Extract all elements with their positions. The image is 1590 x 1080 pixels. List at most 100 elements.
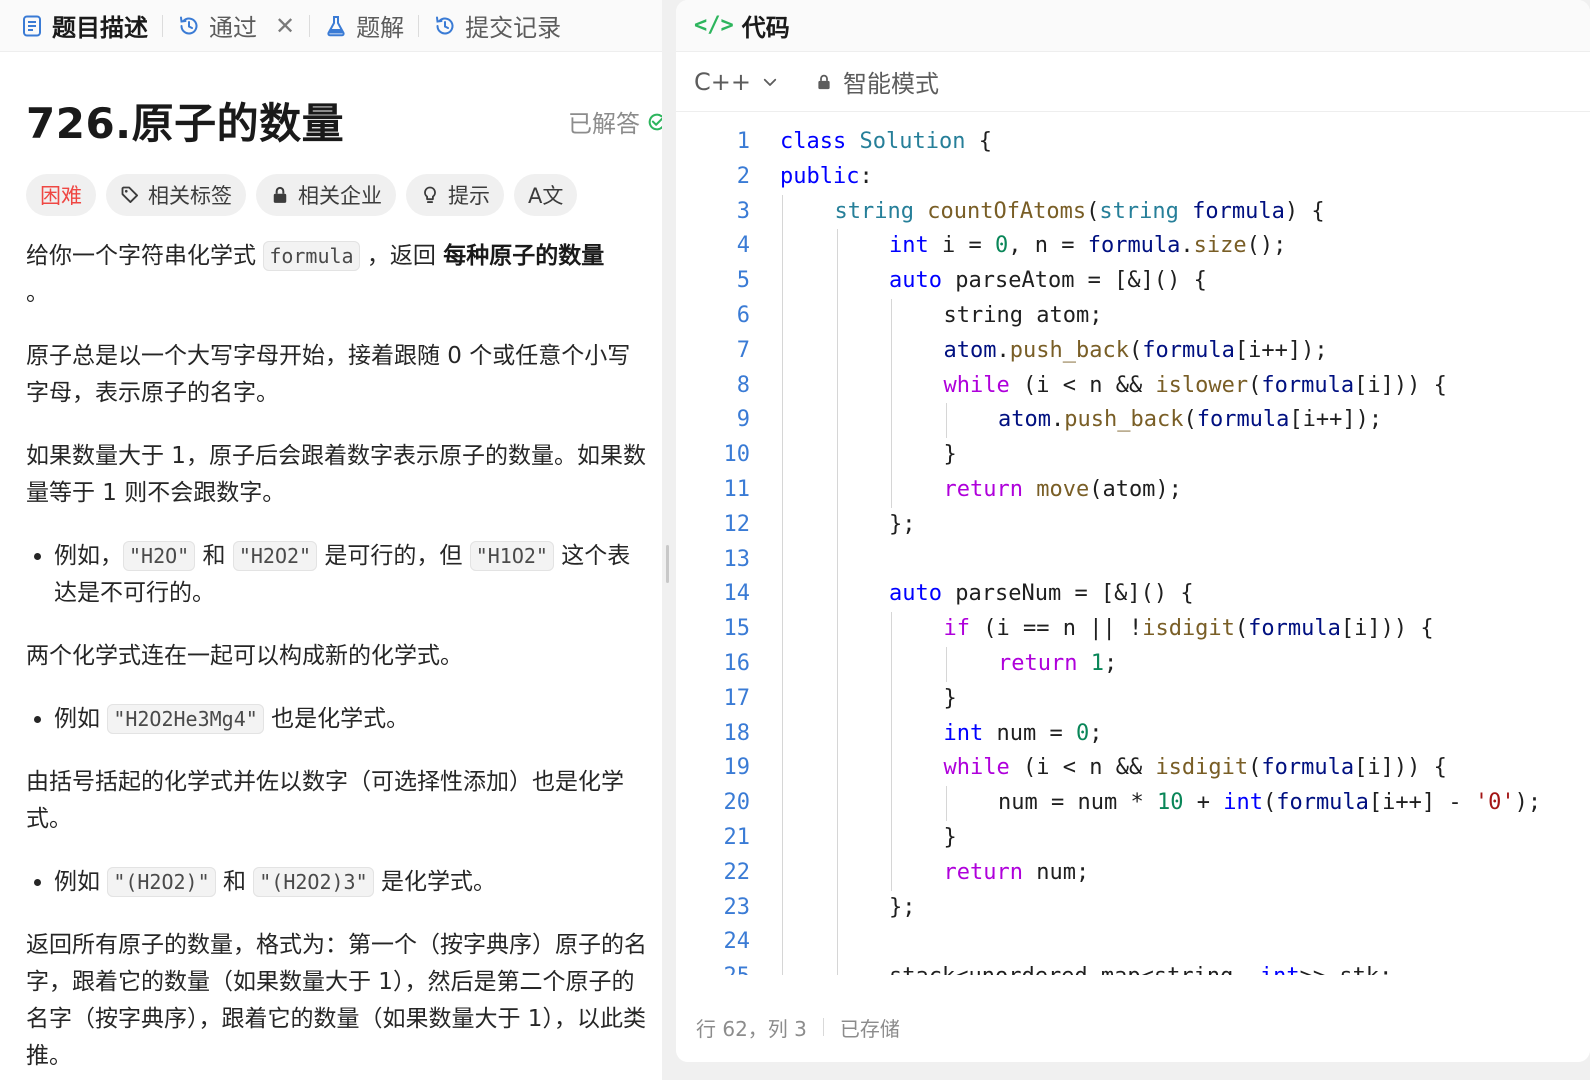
text: 和 bbox=[195, 543, 233, 569]
indent-guide bbox=[782, 438, 783, 473]
code-line[interactable]: 16 return 1; bbox=[676, 646, 1590, 682]
text: 和 bbox=[215, 869, 254, 895]
code-token: , n = bbox=[1008, 233, 1088, 259]
code-text: return 1; bbox=[998, 647, 1117, 682]
code-token: return bbox=[943, 476, 1037, 502]
code-token: (i == n || ! bbox=[983, 616, 1143, 642]
example-list: 例如，"H2O" 和 "H2O2" 是可行的，但 "H1O2" 这个表达是不可行… bbox=[26, 538, 652, 612]
code-token: [i])) { bbox=[1340, 616, 1434, 642]
indent-guide bbox=[782, 925, 783, 961]
code-line[interactable]: 9 atom.push_back(formula[i++]); bbox=[676, 403, 1590, 439]
code-line[interactable]: 3 string countOfAtoms(string formula) { bbox=[676, 194, 1590, 230]
code-token: ( bbox=[1128, 337, 1143, 363]
tab-accepted[interactable]: 通过 ✕ bbox=[177, 0, 295, 52]
code-line[interactable]: 21} bbox=[676, 820, 1590, 856]
text: 是化学式。 bbox=[373, 869, 496, 895]
tab-divider bbox=[418, 14, 420, 37]
code-line[interactable]: 7 atom.push_back(formula[i++]); bbox=[676, 333, 1590, 369]
code-token: formula bbox=[1261, 755, 1355, 781]
history-icon bbox=[436, 16, 454, 34]
code-token: i = bbox=[941, 233, 995, 259]
text: 。 bbox=[26, 280, 49, 306]
code-line[interactable]: 11 return move(atom); bbox=[676, 472, 1590, 508]
code-token: 10 bbox=[1156, 790, 1184, 816]
indent-guide bbox=[836, 960, 838, 975]
line-number: 25 bbox=[676, 960, 751, 975]
code-line[interactable]: 5 auto parseAtom = [&]() { bbox=[676, 264, 1590, 299]
problem-panel: 题目描述 通过 ✕ 题解 提交记录 726.原子的数量 已解答 困难 相关标签 … bbox=[0, 0, 662, 1080]
line-number: 2 bbox=[736, 163, 750, 189]
code-token: public bbox=[780, 163, 860, 189]
close-icon[interactable]: ✕ bbox=[275, 12, 295, 40]
code-line[interactable]: 18 int num = 0; bbox=[676, 716, 1590, 752]
line-number: 1 bbox=[736, 129, 750, 154]
example-list: 例如 "H2O2He3Mg4" 也是化学式。 bbox=[26, 701, 652, 738]
code-token: return bbox=[998, 650, 1091, 676]
code-line[interactable]: 4 int i = 0, n = formula.size(); bbox=[676, 229, 1590, 265]
code-text: }; bbox=[889, 508, 916, 543]
indent-guide bbox=[836, 368, 838, 404]
indent-guide bbox=[836, 925, 838, 961]
code-token: ; bbox=[1089, 720, 1103, 746]
indent-guide bbox=[891, 298, 892, 334]
language-select[interactable]: C++ bbox=[694, 68, 779, 96]
code-line[interactable]: 1 class Solution { bbox=[676, 125, 1590, 160]
code-token: formula bbox=[1192, 198, 1285, 224]
description-icon bbox=[23, 15, 41, 36]
code-line[interactable]: 25 stack<unordered_map<string, int>> stk; bbox=[676, 960, 1590, 975]
code-line[interactable]: 10} bbox=[676, 438, 1590, 473]
language-label: C++ bbox=[694, 67, 751, 96]
indent-guide bbox=[782, 890, 783, 926]
code-line[interactable]: 22 return num; bbox=[676, 855, 1590, 891]
text: 给你一个字符串化学式 bbox=[26, 243, 264, 269]
tag-icon bbox=[121, 186, 138, 203]
code-token: . bbox=[996, 337, 1010, 363]
code-line[interactable]: 17} bbox=[676, 681, 1590, 717]
example-list: 例如 "(H2O2)" 和 "(H2O2)3" 是化学式。 bbox=[26, 864, 652, 901]
code-token: (i < n && bbox=[1022, 755, 1156, 781]
title-row: 726.原子的数量 已解答 bbox=[26, 52, 662, 184]
code-token: [i++]); bbox=[1234, 337, 1328, 363]
code-line[interactable]: 14 auto parseNum = [&]() { bbox=[676, 577, 1590, 613]
tab-solutions-label: 题解 bbox=[356, 14, 405, 42]
text: 例如， bbox=[54, 543, 123, 569]
problem-title[interactable]: 726.原子的数量 bbox=[26, 90, 344, 151]
line-number: 15 bbox=[723, 616, 751, 642]
code-line[interactable]: 13 bbox=[676, 542, 1590, 578]
line-number: 23 bbox=[723, 894, 751, 920]
code-text: return move(atom); bbox=[944, 473, 1182, 508]
tab-description[interactable]: 题目描述 bbox=[20, 0, 148, 52]
indent-guide bbox=[891, 820, 892, 856]
tab-submissions[interactable]: 提交记录 bbox=[433, 0, 561, 52]
indent-guide bbox=[782, 194, 783, 230]
indent-guide bbox=[836, 751, 838, 787]
panel-resize-handle[interactable] bbox=[666, 545, 669, 583]
code-text: atom.push_back(formula[i++]); bbox=[944, 334, 1328, 369]
smart-mode-toggle[interactable]: 智能模式 bbox=[815, 64, 939, 99]
code-token: int bbox=[1223, 790, 1263, 816]
code-token: parseNum = [&]() { bbox=[955, 581, 1194, 607]
code-line[interactable]: 23}; bbox=[676, 890, 1590, 926]
code-token: [i])) { bbox=[1354, 372, 1447, 398]
code-line[interactable]: 6 string atom; bbox=[676, 298, 1590, 334]
bold-text: 每种原子的数量 bbox=[443, 243, 605, 269]
indent-guide bbox=[836, 507, 838, 543]
code-line[interactable]: 12}; bbox=[676, 507, 1590, 543]
text: ，返回 bbox=[359, 243, 444, 269]
text: 例如 bbox=[54, 869, 108, 895]
tab-solutions[interactable]: 题解 bbox=[324, 0, 404, 52]
translate-icon: A文 bbox=[528, 184, 564, 208]
code-text: return num; bbox=[944, 856, 1090, 891]
code-line[interactable]: 2 public: bbox=[676, 160, 1590, 195]
code-token: push_back bbox=[1009, 337, 1129, 363]
code-line[interactable]: 8 while (i < n && islower(formula[i])) { bbox=[676, 368, 1590, 404]
lock-icon bbox=[818, 74, 830, 89]
description-paragraph: 如果数量大于 1，原子后会跟着数字表示原子的数量。如果数量等于 1 则不会跟数字… bbox=[26, 443, 646, 506]
code-line[interactable]: 24 bbox=[676, 925, 1590, 961]
code-line[interactable]: 15 if (i == n || !isdigit(formula[i])) { bbox=[676, 612, 1590, 647]
code-line[interactable]: 19 while (i < n && isdigit(formula[i])) { bbox=[676, 751, 1590, 787]
code-token: isdigit bbox=[1142, 616, 1235, 642]
code-editor[interactable]: 1 class Solution {2 public: 3 string countOf… bbox=[676, 125, 1590, 975]
code-line[interactable]: 20 num = num * 10 + int(formula[i++] - '0… bbox=[676, 786, 1590, 821]
code-panel: </> 代码 C++ 智能模式 1 class Solution {2 public… bbox=[676, 0, 1590, 1062]
